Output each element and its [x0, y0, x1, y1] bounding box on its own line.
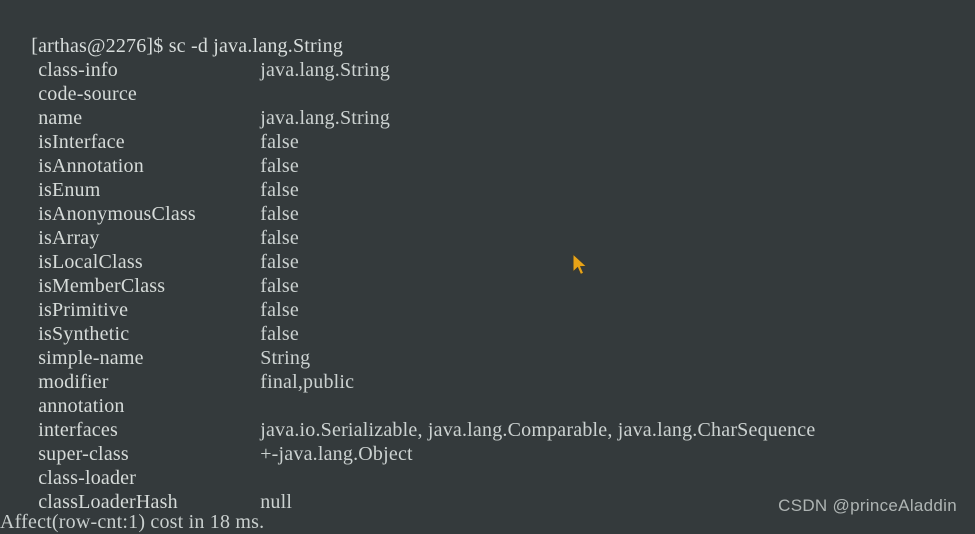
output-row-name: name java.lang.String [0, 82, 390, 129]
output-row-isinterface: isInterface false [0, 106, 299, 153]
terminal-window[interactable]: [arthas@2276]$ sc -d java.lang.String cl… [0, 0, 975, 534]
terminal-prompt-line: [arthas@2276]$ sc -d java.lang.String [0, 10, 343, 57]
output-row-class-loader: class-loader [0, 442, 260, 489]
output-row-super-class: super-class +-java.lang.Object [0, 418, 413, 465]
output-row-islocalclass: isLocalClass false [0, 226, 299, 273]
output-row-isanonymousclass: isAnonymousClass false [0, 178, 299, 225]
row-value: null [260, 491, 293, 513]
terminal-screen: [arthas@2276]$ sc -d java.lang.String cl… [0, 0, 975, 534]
row-value: java.lang.String [260, 59, 391, 81]
output-row-code-source: code-source [0, 58, 260, 105]
output-row-isarray: isArray false [0, 202, 299, 249]
output-row-modifier: modifier final,public [0, 346, 354, 393]
row-value: final,public [260, 371, 355, 393]
output-row-isenum: isEnum false [0, 154, 299, 201]
output-row-annotation: annotation [0, 370, 260, 417]
output-row-issynthetic: isSynthetic false [0, 298, 299, 345]
csdn-watermark: CSDN @princeAladdin [778, 496, 957, 515]
row-value: +-java.lang.Object [260, 443, 413, 465]
output-row-ismemberclass: isMemberClass false [0, 250, 299, 297]
output-row-isprimitive: isPrimitive false [0, 274, 299, 321]
output-row-isannotation: isAnnotation false [0, 130, 299, 177]
output-row-simple-name: simple-name String [0, 322, 310, 369]
output-row-class-info: class-info java.lang.String [0, 34, 390, 81]
output-row-classloaderhash: classLoaderHash null [0, 466, 292, 513]
affect-summary-line: Affect(row-cnt:1) cost in 18 ms. [0, 511, 265, 533]
output-row-interfaces: interfaces java.io.Serializable, java.lan… [0, 394, 815, 441]
